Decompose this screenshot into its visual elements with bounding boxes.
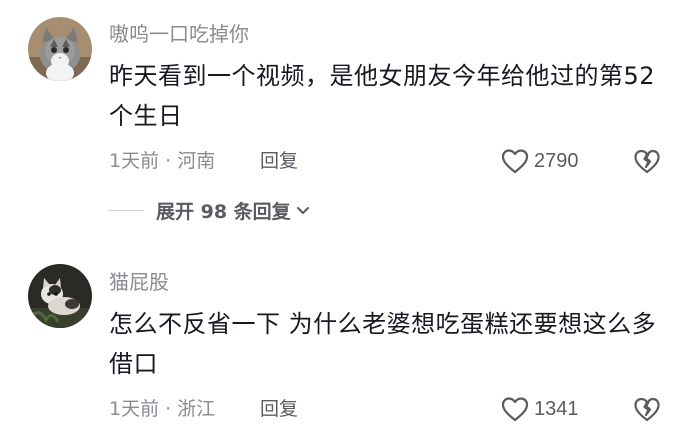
comment-username[interactable]: 猫屁股 — [109, 270, 169, 294]
like-button[interactable]: 1341 — [500, 395, 579, 423]
comment-meta: 1天前 · 河南 — [109, 149, 215, 173]
comment-item: 猫屁股 怎么不反省一下 为什么老婆想吃蛋糕还要想这么多借口 1天前 · 浙江 回… — [0, 230, 690, 431]
reply-button[interactable]: 回复 — [260, 397, 298, 421]
comment-text: 昨天看到一个视频，是他女朋友今年给他过的第52个生日 — [109, 62, 656, 130]
reply-button[interactable]: 回复 — [260, 149, 298, 173]
meta-separator: · — [165, 398, 172, 420]
like-count: 1341 — [534, 397, 579, 420]
avatar[interactable] — [28, 17, 92, 81]
expand-replies-button[interactable]: 展开 98 条回复 — [108, 197, 311, 223]
broken-heart-icon — [634, 149, 660, 174]
comment-time: 1天前 — [109, 150, 160, 172]
comment-meta: 1天前 · 浙江 — [109, 397, 215, 421]
comment-location: 河南 — [177, 150, 216, 172]
comment-time: 1天前 — [109, 398, 160, 420]
expand-divider — [108, 209, 144, 211]
cat-avatar-icon — [28, 17, 92, 81]
broken-heart-icon — [634, 397, 660, 422]
cat-photo-avatar-icon — [28, 264, 92, 328]
expand-replies-label: 展开 98 条回复 — [156, 200, 291, 223]
comment-text: 怎么不反省一下 为什么老婆想吃蛋糕还要想这么多借口 — [109, 310, 657, 378]
comment-username[interactable]: 嗷呜一口吃掉你 — [109, 22, 249, 46]
comment-location: 浙江 — [177, 398, 216, 420]
avatar[interactable] — [28, 264, 92, 328]
like-button[interactable]: 2790 — [500, 147, 579, 175]
like-count: 2790 — [534, 149, 579, 172]
heart-outline-icon — [501, 397, 529, 422]
chevron-down-icon — [296, 207, 309, 214]
heart-outline-icon — [501, 149, 529, 174]
dislike-button[interactable] — [633, 395, 661, 423]
dislike-button[interactable] — [633, 147, 661, 175]
meta-separator: · — [165, 150, 172, 172]
comment-item: 嗷呜一口吃掉你 昨天看到一个视频，是他女朋友今年给他过的第52个生日 1天前 ·… — [0, 0, 690, 230]
